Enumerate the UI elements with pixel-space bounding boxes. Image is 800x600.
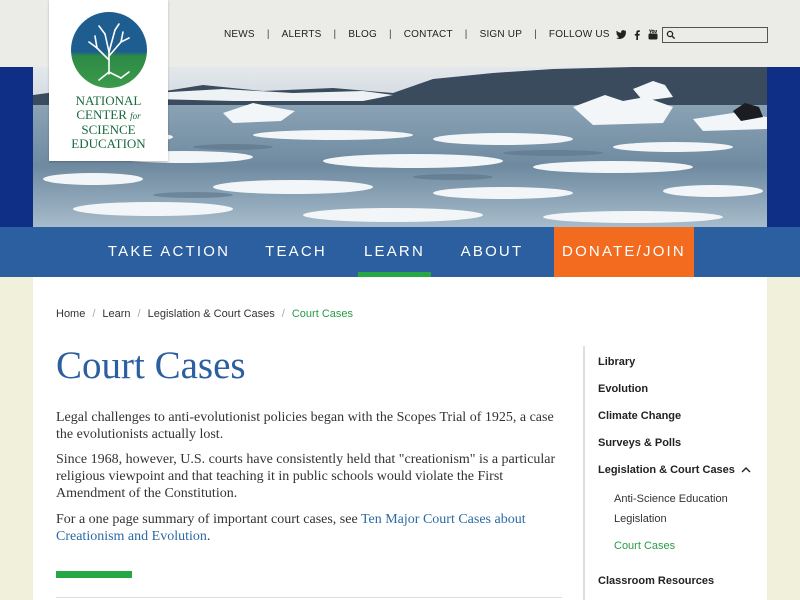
sidebar-item-legislation-label: Legislation & Court Cases bbox=[598, 464, 735, 476]
logo-wordmark: NATIONAL CENTER for SCIENCE EDUCATION bbox=[49, 94, 168, 151]
topnav-separator: | bbox=[534, 29, 537, 40]
topnav-news[interactable]: NEWS bbox=[224, 29, 255, 40]
facebook-icon[interactable] bbox=[634, 29, 640, 40]
sidebar-divider bbox=[583, 346, 585, 600]
topnav-separator: | bbox=[266, 29, 270, 40]
sidebar-item-classroom-resources[interactable]: Classroom Resources bbox=[598, 575, 714, 587]
sidebar-item-legislation[interactable]: Legislation & Court Cases bbox=[598, 464, 751, 476]
logo-line-3: SCIENCE bbox=[81, 122, 136, 137]
topnav-follow-us: FOLLOW US bbox=[548, 29, 610, 40]
topnav-alerts[interactable]: ALERTS bbox=[282, 29, 322, 40]
sidebar-item-evolution[interactable]: Evolution bbox=[598, 383, 648, 395]
summary-text: For a one page summary of important cour… bbox=[56, 512, 361, 527]
page-title: Court Cases bbox=[56, 344, 246, 387]
breadcrumb: Home / Learn / Legislation & Court Cases… bbox=[56, 308, 353, 320]
sidebar-subitem-court-cases[interactable]: Court Cases bbox=[614, 536, 675, 556]
nav-learn[interactable]: LEARN bbox=[358, 227, 431, 277]
nav-donate-join[interactable]: DONATE/JOIN bbox=[554, 227, 694, 277]
topnav-separator: | bbox=[388, 29, 392, 40]
breadcrumb-learn[interactable]: Learn bbox=[102, 308, 130, 320]
topnav-separator: | bbox=[464, 29, 468, 40]
search-icon bbox=[666, 30, 676, 40]
chevron-up-icon[interactable] bbox=[741, 467, 751, 473]
social-links bbox=[615, 29, 658, 40]
breadcrumb-current: Court Cases bbox=[291, 308, 353, 320]
sidebar-item-climate-change[interactable]: Climate Change bbox=[598, 410, 681, 422]
sidebar-subitem-anti-science-legislation[interactable]: Anti-Science Education Legislation bbox=[614, 489, 754, 529]
summary-suffix: . bbox=[206, 529, 211, 544]
nav-take-action[interactable]: TAKE ACTION bbox=[104, 227, 234, 277]
breadcrumb-home[interactable]: Home bbox=[56, 308, 85, 320]
sidebar-item-library[interactable]: Library bbox=[598, 356, 635, 368]
utility-nav: NEWS | ALERTS | BLOG | CONTACT | SIGN UP… bbox=[224, 29, 658, 40]
sidebar-item-surveys-polls[interactable]: Surveys & Polls bbox=[598, 437, 681, 449]
intro-paragraph: Legal challenges to anti-evolutionist po… bbox=[56, 410, 554, 442]
search-input[interactable] bbox=[677, 31, 767, 46]
summary-paragraph: For a one page summary of important cour… bbox=[56, 511, 561, 545]
history-paragraph: Since 1968, however, U.S. courts have co… bbox=[56, 452, 556, 501]
logo-line-4: EDUCATION bbox=[71, 136, 146, 151]
content-area: Home / Learn / Legislation & Court Cases… bbox=[33, 277, 767, 600]
breadcrumb-legislation[interactable]: Legislation & Court Cases bbox=[148, 308, 275, 320]
search-box[interactable] bbox=[662, 27, 768, 46]
section-accent-bar bbox=[56, 571, 132, 578]
breadcrumb-separator: / bbox=[137, 308, 141, 320]
topnav-sign-up[interactable]: SIGN UP bbox=[480, 29, 523, 40]
breadcrumb-separator: / bbox=[92, 308, 96, 320]
topnav-separator: | bbox=[333, 29, 337, 40]
youtube-icon[interactable] bbox=[648, 29, 658, 40]
logo-line-1: NATIONAL bbox=[75, 93, 142, 108]
breadcrumb-separator: / bbox=[281, 308, 285, 320]
twitter-icon[interactable] bbox=[615, 30, 626, 39]
nav-about[interactable]: ABOUT bbox=[453, 227, 531, 277]
nav-teach[interactable]: TEACH bbox=[258, 227, 334, 277]
topnav-blog[interactable]: BLOG bbox=[348, 29, 377, 40]
content-divider bbox=[56, 597, 562, 598]
site-logo[interactable]: NATIONAL CENTER for SCIENCE EDUCATION bbox=[49, 0, 168, 161]
topnav-contact[interactable]: CONTACT bbox=[404, 29, 453, 40]
tree-icon bbox=[71, 12, 147, 88]
main-nav: TAKE ACTION TEACH LEARN ABOUT DONATE/JOI… bbox=[0, 227, 800, 277]
logo-line-2: CENTER for bbox=[76, 107, 141, 122]
